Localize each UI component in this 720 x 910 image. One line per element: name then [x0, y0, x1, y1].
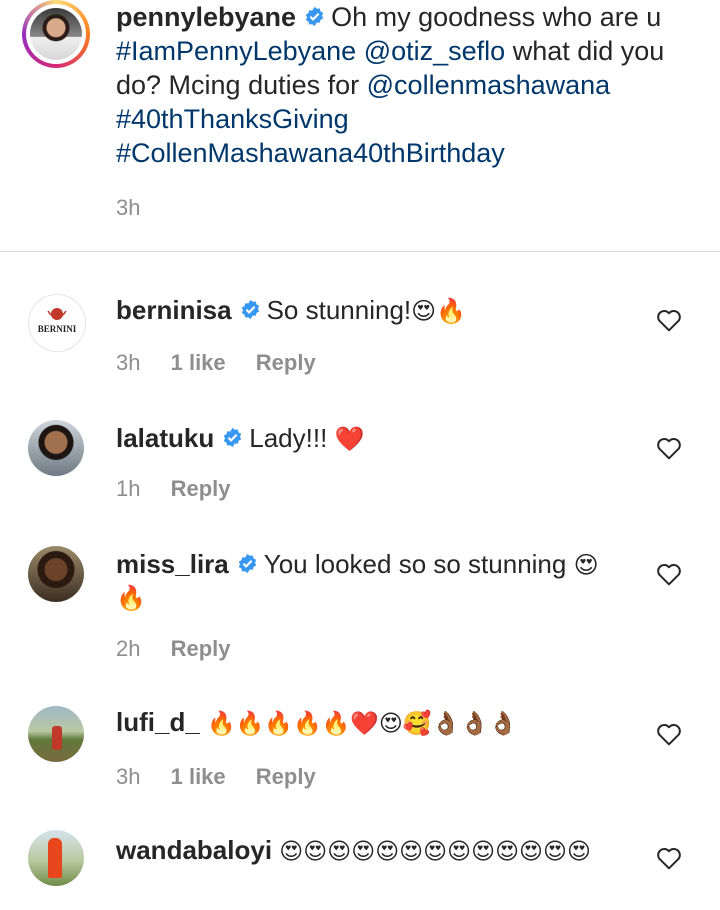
- caption-link[interactable]: #IamPennyLebyane: [116, 36, 356, 66]
- profile-photo[interactable]: [28, 420, 84, 476]
- verified-badge-icon: [305, 6, 324, 27]
- caption-link[interactable]: #40thThanksGiving: [116, 104, 349, 134]
- caption-avatar[interactable]: [22, 0, 90, 68]
- caption-username[interactable]: pennylebyane: [116, 2, 296, 32]
- comment-body: berninisa So stunning!😍🔥: [116, 294, 626, 327]
- comment-emoji: 🔥🔥🔥🔥🔥❤️😍🥰👌🏾👌🏾👌🏾: [207, 711, 518, 737]
- caption-link[interactable]: @otiz_seflo: [364, 36, 505, 66]
- comment-meta: 2h Reply: [116, 636, 255, 662]
- comment-emoji: 😍🔥: [411, 297, 467, 325]
- caption-timestamp: 3h: [116, 195, 141, 220]
- comment-meta: 3h 1 like Reply: [116, 350, 340, 376]
- divider: [0, 251, 720, 252]
- comment-username[interactable]: lufi_d_: [116, 707, 200, 737]
- caption-text: pennylebyane Oh my goodness who are u #Ia…: [116, 0, 696, 170]
- comment-username[interactable]: miss_lira: [116, 549, 229, 579]
- comment-body: miss_lira You looked so so stunning 😍 🔥: [116, 548, 626, 614]
- like-count[interactable]: 1 like: [171, 764, 226, 789]
- verified-badge-icon: [241, 299, 259, 320]
- heart-icon[interactable]: [656, 846, 682, 870]
- heart-icon[interactable]: [656, 562, 682, 586]
- comment-username[interactable]: wandabaloyi: [116, 835, 272, 865]
- comment-body: lalatuku Lady!!! ❤️: [116, 422, 626, 455]
- heart-icon[interactable]: [656, 308, 682, 332]
- caption-link[interactable]: @collenmashawana: [367, 70, 611, 100]
- comment-meta: 1h Reply: [116, 476, 255, 502]
- profile-photo[interactable]: [28, 830, 84, 886]
- reply-button[interactable]: Reply: [256, 350, 316, 375]
- comment-body: lufi_d_ 🔥🔥🔥🔥🔥❤️😍🥰👌🏾👌🏾👌🏾: [116, 706, 636, 740]
- comment-time: 3h: [116, 764, 141, 789]
- comment-emoji: 😍😍😍😍😍😍😍😍😍😍😍😍😍: [279, 839, 591, 865]
- comment-text: You looked so so stunning: [263, 549, 567, 579]
- reply-button[interactable]: Reply: [256, 764, 316, 789]
- comment-time: 1h: [116, 476, 141, 501]
- heart-icon[interactable]: [656, 722, 682, 746]
- comment-username[interactable]: berninisa: [116, 295, 232, 325]
- caption-text-segment: [356, 36, 364, 66]
- comment-text: So stunning!: [266, 295, 412, 325]
- reply-button[interactable]: Reply: [171, 636, 231, 661]
- profile-photo[interactable]: [28, 706, 84, 762]
- caption-link[interactable]: #CollenMashawana40thBirthday: [116, 138, 505, 168]
- verified-badge-icon: [238, 553, 256, 574]
- verified-badge-icon: [224, 427, 242, 448]
- caption-text-segment: Oh my goodness who are u: [331, 2, 662, 32]
- like-count[interactable]: 1 like: [171, 350, 226, 375]
- profile-photo: [30, 8, 82, 60]
- heart-icon[interactable]: [656, 436, 682, 460]
- comment-time: 3h: [116, 350, 141, 375]
- post-caption: pennylebyane Oh my goodness who are u #Ia…: [0, 0, 720, 250]
- comment-meta: 3h 1 like Reply: [116, 764, 340, 790]
- bernini-logo-avatar[interactable]: BERNINI: [28, 294, 86, 352]
- comment-body: wandabaloyi 😍😍😍😍😍😍😍😍😍😍😍😍😍: [116, 834, 636, 868]
- comment-time: 2h: [116, 636, 141, 661]
- reply-button[interactable]: Reply: [171, 476, 231, 501]
- bernini-logo-icon: BERNINI: [38, 308, 77, 334]
- profile-photo[interactable]: [28, 546, 84, 602]
- svg-text:BERNINI: BERNINI: [38, 324, 77, 334]
- comment-username[interactable]: lalatuku: [116, 423, 214, 453]
- comment-text: Lady!!!: [249, 423, 328, 453]
- comment-emoji: ❤️: [334, 425, 365, 453]
